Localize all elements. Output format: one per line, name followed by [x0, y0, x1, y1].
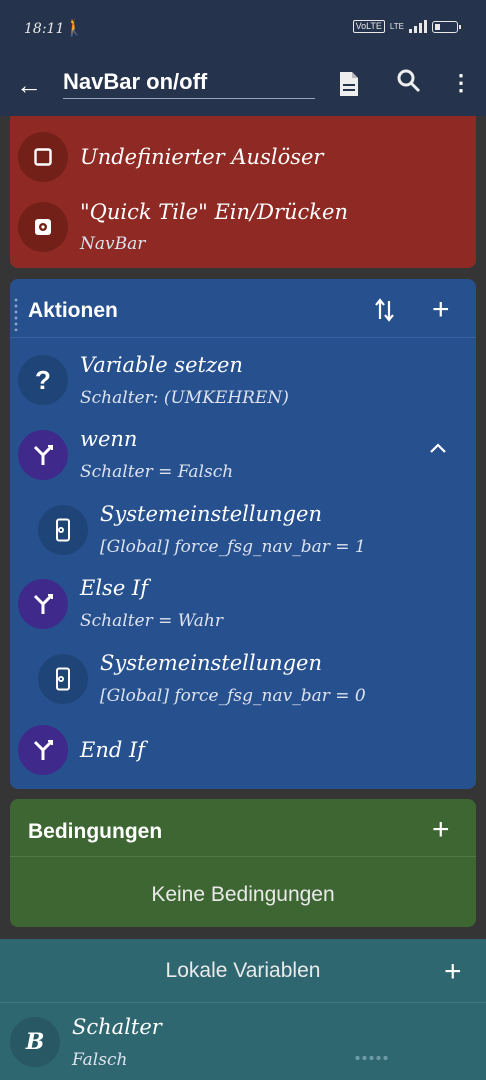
action-subtitle: Schalter: (UMKEHREN) — [80, 388, 289, 408]
app-bar: ← NavBar on/off ⋮ — [0, 58, 486, 116]
boolean-icon: B — [10, 1017, 60, 1067]
drag-dots-icon[interactable] — [354, 1054, 390, 1062]
divider — [0, 1002, 486, 1003]
add-action-icon[interactable]: + — [432, 295, 450, 325]
trigger-subtitle: NavBar — [80, 234, 146, 254]
conditions-title: Bedingungen — [28, 820, 163, 843]
trigger-item[interactable]: "Quick Tile" Ein/Drücken NavBar — [10, 200, 476, 260]
lte-indicator: LTE — [389, 22, 404, 31]
trigger-item[interactable]: Undefinierter Auslöser — [10, 132, 476, 182]
divider — [10, 856, 476, 857]
phone-settings-icon — [38, 654, 88, 704]
add-variable-icon[interactable]: + — [444, 957, 462, 987]
action-title: Systemeinstellungen — [100, 502, 322, 526]
fork-icon — [18, 430, 68, 480]
action-title: Systemeinstellungen — [100, 651, 322, 675]
variable-name: Schalter — [72, 1015, 162, 1039]
no-conditions-text: Keine Bedingungen — [151, 883, 335, 906]
gear-icon — [18, 202, 68, 252]
variable-item[interactable]: B Schalter Falsch — [0, 1015, 486, 1075]
local-variables-title: Lokale Variablen — [165, 959, 321, 982]
actions-title: Aktionen — [28, 299, 118, 322]
walking-icon: 🚶 — [64, 20, 84, 37]
phone-settings-icon — [38, 505, 88, 555]
document-icon[interactable] — [338, 70, 360, 103]
status-bar: 18:11 🚶 VoLTE LTE — [0, 0, 486, 58]
macro-name-input[interactable]: NavBar on/off — [63, 66, 315, 99]
action-item[interactable]: End If — [10, 725, 476, 777]
action-item[interactable]: wenn Schalter = Falsch — [10, 427, 476, 487]
action-subtitle: [Global] force_fsg_nav_bar = 1 — [100, 537, 366, 557]
triggers-card: Undefinierter Auslöser "Quick Tile" Ein/… — [10, 116, 476, 268]
action-title: End If — [80, 738, 146, 762]
action-item[interactable]: Else If Schalter = Wahr — [10, 576, 476, 636]
fork-icon — [18, 579, 68, 629]
more-vert-icon[interactable]: ⋮ — [450, 70, 472, 96]
search-icon[interactable] — [396, 68, 422, 99]
chevron-up-icon[interactable] — [428, 441, 448, 460]
reorder-icon[interactable] — [374, 297, 396, 328]
action-title: Else If — [80, 576, 148, 600]
action-item[interactable]: ? Variable setzen Schalter: (UMKEHREN) — [10, 353, 476, 413]
action-title: wenn — [80, 427, 138, 451]
add-condition-icon[interactable]: + — [432, 815, 450, 845]
action-subtitle: [Global] force_fsg_nav_bar = 0 — [100, 686, 366, 706]
divider — [10, 337, 476, 338]
trigger-title: "Quick Tile" Ein/Drücken — [80, 200, 348, 224]
action-subtitle: Schalter = Falsch — [80, 462, 234, 482]
back-arrow-icon[interactable]: ← — [16, 70, 42, 101]
square-icon — [18, 132, 68, 182]
status-time: 18:11 — [24, 21, 65, 37]
action-item-nested[interactable]: Systemeinstellungen [Global] force_fsg_n… — [10, 502, 476, 562]
action-item-nested[interactable]: Systemeinstellungen [Global] force_fsg_n… — [10, 651, 476, 711]
question-icon: ? — [18, 355, 68, 405]
signal-icon — [409, 20, 427, 33]
fork-icon — [18, 725, 68, 775]
trigger-title: Undefinierter Auslöser — [80, 145, 324, 169]
action-title: Variable setzen — [80, 353, 243, 377]
conditions-card: Bedingungen + Keine Bedingungen — [10, 799, 476, 927]
actions-card: Aktionen + ? Variable setzen Schalter: (… — [10, 279, 476, 789]
local-variables-panel: Lokale Variablen + B Schalter Falsch — [0, 939, 486, 1080]
battery-icon — [432, 20, 461, 33]
volte-icon: VoLTE — [352, 20, 385, 33]
action-subtitle: Schalter = Wahr — [80, 611, 223, 631]
drag-handle-icon[interactable] — [14, 297, 18, 331]
variable-value: Falsch — [72, 1050, 128, 1070]
